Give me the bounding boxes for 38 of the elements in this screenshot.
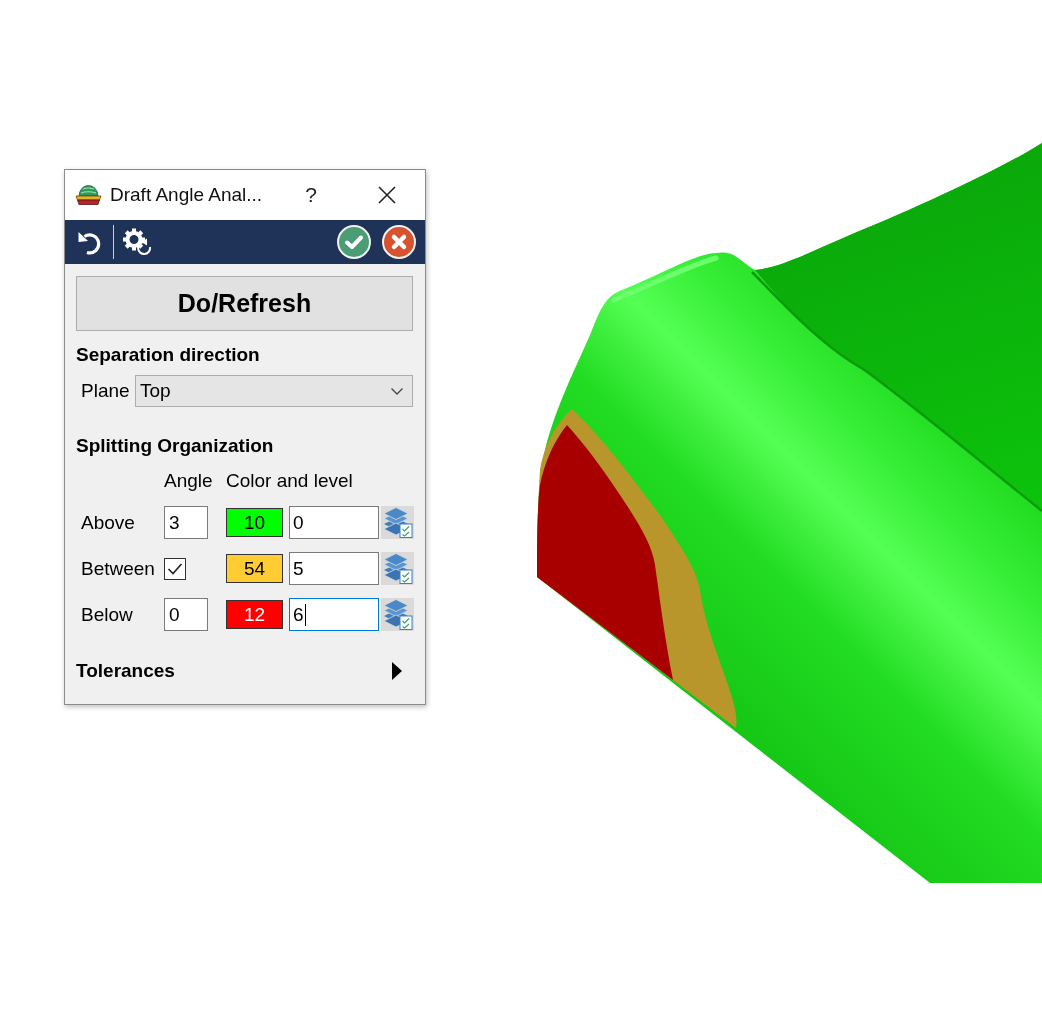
gear-icon bbox=[122, 228, 153, 256]
text-cursor-icon bbox=[304, 603, 306, 626]
layers-icon bbox=[382, 553, 413, 584]
column-header: Angle bbox=[164, 469, 213, 493]
layer-input[interactable]: 6 bbox=[289, 598, 379, 631]
plane-dropdown[interactable]: Top bbox=[135, 375, 413, 407]
layers-icon bbox=[382, 507, 413, 538]
layers-button[interactable] bbox=[381, 506, 414, 539]
checkbox[interactable] bbox=[164, 557, 186, 580]
layer-input[interactable]: 0 bbox=[289, 506, 379, 539]
angle-input[interactable]: 3 bbox=[164, 506, 208, 539]
cancel-circle-icon bbox=[382, 225, 416, 259]
column-header: Color and level bbox=[226, 469, 353, 493]
cancel-button[interactable] bbox=[382, 225, 416, 259]
section-heading: Separation direction bbox=[76, 343, 260, 367]
layers-icon bbox=[382, 599, 413, 630]
section-heading: Tolerances bbox=[76, 659, 175, 683]
row-label: Below bbox=[80, 602, 134, 627]
app-icon bbox=[75, 184, 102, 206]
close-icon bbox=[378, 186, 396, 204]
field-label: Plane bbox=[80, 379, 130, 403]
window-title: Draft Angle Anal... bbox=[110, 184, 264, 206]
layers-button[interactable] bbox=[381, 552, 414, 585]
layers-button[interactable] bbox=[381, 598, 414, 631]
color-swatch[interactable]: 10 bbox=[226, 508, 283, 537]
disclosure-triangle-icon[interactable] bbox=[392, 662, 402, 680]
do-refresh-button[interactable]: Do/Refresh bbox=[76, 276, 413, 331]
color-swatch[interactable]: 12 bbox=[226, 600, 283, 629]
ok-button[interactable] bbox=[337, 225, 371, 259]
row-label: Above bbox=[80, 510, 136, 535]
check-circle-icon bbox=[337, 225, 371, 259]
chevron-down-icon bbox=[391, 387, 403, 395]
color-swatch[interactable]: 54 bbox=[226, 554, 283, 583]
section-heading: Splitting Organization bbox=[76, 434, 274, 458]
help-button[interactable]: ? bbox=[291, 177, 331, 213]
row-label: Between bbox=[80, 556, 156, 581]
layer-input[interactable]: 5 bbox=[289, 552, 379, 585]
angle-input[interactable]: 0 bbox=[164, 598, 208, 631]
